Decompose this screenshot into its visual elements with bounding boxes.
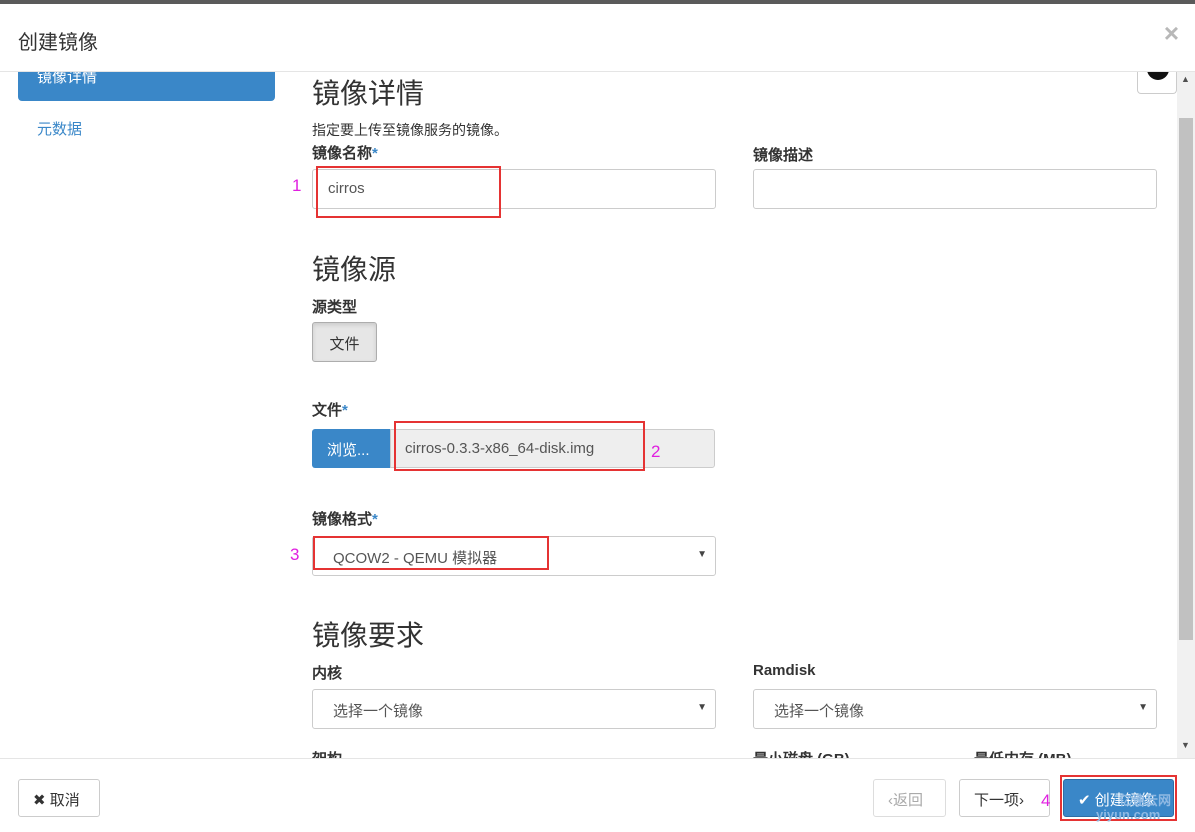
ramdisk-select-value: 选择一个镜像	[774, 703, 865, 720]
help-button[interactable]	[1137, 72, 1177, 94]
min-disk-label: 最小磁盘 (GB)	[753, 748, 850, 758]
browse-button[interactable]: 浏览...	[312, 429, 390, 468]
required-marker: *	[372, 511, 378, 528]
image-description-label: 镜像描述	[753, 147, 814, 164]
ramdisk-label: Ramdisk	[753, 662, 816, 679]
check-icon: ✔	[1078, 792, 1091, 809]
next-button-label: 下一项	[974, 792, 1020, 809]
image-name-input[interactable]: cirros	[312, 169, 716, 209]
section-heading-source: 镜像源	[312, 254, 397, 285]
modal-footer: ✖ 取消 ‹返回 下一项› 4 ✔ 创建镜像 亿速云网 yiyun.com	[0, 758, 1195, 832]
kernel-select-value: 选择一个镜像	[333, 703, 424, 720]
close-icon: ✖	[33, 792, 46, 809]
watermark-line2: yiyun.com	[1096, 807, 1161, 822]
file-label-text: 文件	[312, 402, 343, 419]
cancel-button[interactable]: ✖ 取消	[18, 779, 100, 817]
close-icon[interactable]: ×	[1164, 18, 1179, 49]
modal-title: 创建镜像	[18, 32, 98, 54]
annotation-1: 1	[292, 176, 302, 195]
image-format-select[interactable]: QCOW2 - QEMU 模拟器 ▼	[312, 536, 716, 576]
chevron-right-icon: ›	[1019, 792, 1025, 809]
modal-header: 创建镜像 ×	[0, 4, 1195, 72]
architecture-label: 架构	[312, 748, 342, 758]
image-format-label-text: 镜像格式	[312, 511, 373, 528]
back-button[interactable]: ‹返回	[873, 779, 946, 817]
help-icon	[1147, 72, 1169, 80]
cancel-button-label: 取消	[49, 792, 80, 809]
image-name-label: 镜像名称*	[312, 142, 378, 163]
image-name-label-text: 镜像名称	[312, 145, 373, 162]
image-format-value: QCOW2 - QEMU 模拟器	[333, 550, 498, 567]
modal-body: 镜像详情 元数据 镜像详情 指定要上传至镜像服务的镜像。 镜像名称* 镜像描述 …	[0, 72, 1195, 758]
scroll-down-icon[interactable]: ▼	[1181, 740, 1190, 750]
annotation-3: 3	[290, 545, 300, 564]
caret-down-icon: ▼	[1138, 702, 1148, 713]
annotation-4: 4	[1041, 791, 1051, 810]
back-button-label: 返回	[893, 792, 924, 809]
sidebar-item-image-details[interactable]: 镜像详情	[18, 72, 275, 101]
kernel-label: 内核	[312, 665, 343, 682]
kernel-select[interactable]: 选择一个镜像 ▼	[312, 689, 716, 729]
section-heading-requirements: 镜像要求	[312, 620, 425, 651]
image-format-label: 镜像格式*	[312, 508, 378, 529]
source-type-file-button[interactable]: 文件	[312, 322, 377, 362]
min-ram-label: 最低内存 (MB)	[974, 748, 1072, 758]
sidebar-item-metadata[interactable]: 元数据	[37, 118, 82, 139]
required-marker: *	[372, 145, 378, 162]
vertical-scrollbar[interactable]: ▲ ▼	[1177, 72, 1195, 758]
details-help-text: 指定要上传至镜像服务的镜像。	[312, 122, 508, 138]
selected-file-name: cirros-0.3.3-x86_64-disk.img	[390, 429, 715, 468]
source-type-label: 源类型	[312, 299, 358, 316]
scroll-up-icon[interactable]: ▲	[1181, 74, 1190, 84]
caret-down-icon: ▼	[697, 702, 707, 713]
annotation-2: 2	[651, 442, 661, 461]
next-button[interactable]: 下一项›	[959, 779, 1050, 817]
required-marker: *	[342, 402, 348, 419]
file-label: 文件*	[312, 399, 348, 420]
ramdisk-select[interactable]: 选择一个镜像 ▼	[753, 689, 1157, 729]
image-description-input[interactable]	[753, 169, 1157, 209]
caret-down-icon: ▼	[697, 549, 707, 560]
scrollbar-thumb[interactable]	[1179, 118, 1193, 640]
section-heading-details: 镜像详情	[312, 78, 425, 109]
